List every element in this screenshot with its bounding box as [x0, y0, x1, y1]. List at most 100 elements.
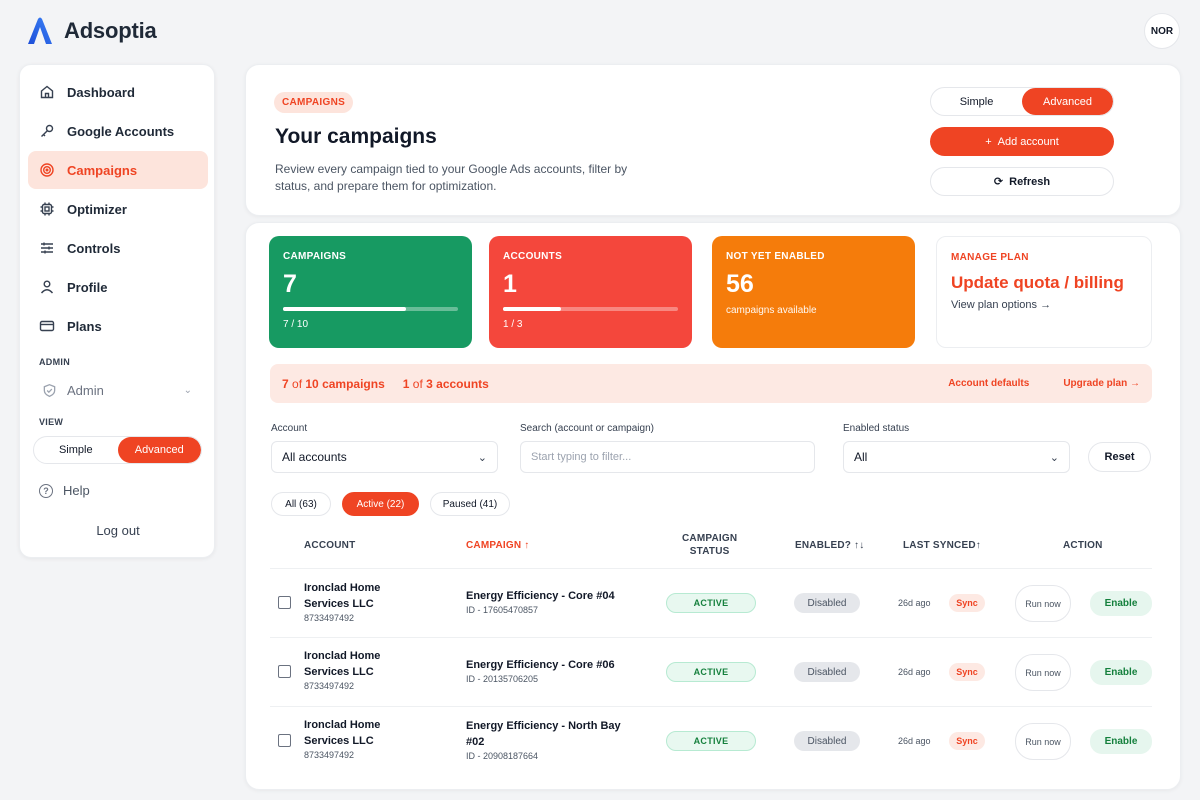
app-logo[interactable]: Adsoptia [24, 15, 157, 47]
row-checkbox[interactable] [278, 596, 291, 609]
sidebar-item-optimizer[interactable]: Optimizer [28, 190, 208, 228]
status-badge: ACTIVE [666, 731, 756, 751]
view-plan-options-link[interactable]: View plan options → [951, 299, 1137, 311]
page-description: Review every campaign tied to your Googl… [275, 162, 628, 193]
home-icon [40, 85, 54, 99]
sync-button[interactable]: Sync [949, 594, 985, 612]
status-badge: ACTIVE [666, 593, 756, 613]
account-filter-label: Account [271, 423, 308, 434]
account-id: 8733497492 [304, 681, 355, 691]
target-icon [40, 163, 54, 177]
add-account-button[interactable]: + Add account [930, 127, 1114, 156]
stat-value: 1 [503, 270, 517, 298]
of-text: of [288, 376, 306, 391]
view-toggle: Simple Advanced [33, 436, 202, 464]
account-select[interactable]: All accounts ⌄ [271, 441, 498, 473]
stat-card-manage-plan[interactable]: MANAGE PLAN Update quota / billing View … [936, 236, 1152, 348]
search-input[interactable]: Start typing to filter... [520, 441, 815, 473]
accounts-word: accounts [432, 376, 489, 391]
stat-sub: campaigns available [726, 305, 817, 316]
run-now-button[interactable]: Run now [1015, 654, 1071, 691]
chip-paused[interactable]: Paused (41) [430, 492, 510, 516]
stat-value: 7 [283, 270, 297, 298]
view-simple-button[interactable]: Simple [34, 437, 118, 463]
app-name: Adsoptia [64, 18, 157, 43]
col-header-enabled[interactable]: ENABLED? ↑↓ [795, 540, 864, 551]
table-divider [270, 568, 1152, 569]
stat-label: ACCOUNTS [503, 251, 563, 262]
status-select-value: All [854, 450, 868, 464]
help-label: Help [63, 483, 90, 498]
run-now-button[interactable]: Run now [1015, 723, 1071, 760]
chip-active[interactable]: Active (22) [342, 492, 419, 516]
campaign-name: Energy Efficiency - North Bay #02 [466, 720, 621, 748]
row-checkbox[interactable] [278, 734, 291, 747]
account-cell: Ironclad Home Services LLC 8733497492 [304, 648, 414, 691]
refresh-button[interactable]: ⟳ Refresh [930, 167, 1114, 196]
enable-button[interactable]: Enable [1090, 729, 1152, 754]
page-header: CAMPAIGNS Your campaigns Review every ca… [245, 64, 1181, 216]
chevron-down-icon: ⌄ [1049, 451, 1059, 464]
col-header-account[interactable]: ACCOUNT [304, 540, 355, 551]
campaign-cell: Energy Efficiency - Core #04 ID - 176054… [466, 588, 636, 615]
card-icon [39, 320, 55, 332]
chip-icon [40, 202, 54, 216]
logout-button[interactable]: Log out [20, 523, 216, 538]
sidebar-item-profile[interactable]: Profile [28, 268, 208, 306]
stat-sub: 7 / 10 [283, 319, 309, 330]
sidebar-item-plans[interactable]: Plans [28, 307, 208, 345]
add-account-label: Add account [997, 135, 1059, 148]
refresh-label: Refresh [1009, 175, 1051, 188]
admin-label: Admin [67, 382, 104, 398]
last-synced: 26d ago [898, 598, 931, 608]
account-name: Ironclad Home Services LLC [304, 582, 381, 610]
stat-label: CAMPAIGNS [283, 251, 347, 262]
sidebar-item-label: Plans [67, 318, 102, 334]
shield-icon [43, 383, 56, 397]
status-select[interactable]: All ⌄ [843, 441, 1070, 473]
upgrade-plan-link[interactable]: Upgrade plan → [1063, 378, 1140, 389]
sidebar-item-campaigns[interactable]: Campaigns [28, 151, 208, 189]
account-id: 8733497492 [304, 613, 355, 623]
account-defaults-link[interactable]: Account defaults [948, 378, 1029, 389]
sidebar-item-dashboard[interactable]: Dashboard [28, 73, 208, 111]
account-select-value: All accounts [282, 450, 347, 464]
sidebar-item-label: Controls [67, 240, 121, 256]
enable-button[interactable]: Enable [1090, 660, 1152, 685]
col-header-status[interactable]: CAMPAIGN STATUS [682, 533, 737, 557]
campaign-cell: Energy Efficiency - Core #06 ID - 201357… [466, 657, 636, 684]
admin-dropdown[interactable]: Admin ⌄ [42, 379, 192, 401]
col-header-campaign[interactable]: CAMPAIGN ↑ [466, 540, 529, 551]
campaign-name: Energy Efficiency - Core #04 [466, 590, 615, 602]
sync-button[interactable]: Sync [949, 663, 985, 681]
view-advanced-button[interactable]: Advanced [117, 437, 201, 463]
stat-card-accounts: ACCOUNTS 1 1 / 3 [489, 236, 692, 348]
reset-button[interactable]: Reset [1088, 442, 1151, 472]
campaign-name: Energy Efficiency - Core #06 [466, 659, 615, 671]
sidebar-item-label: Google Accounts [67, 123, 175, 139]
mode-advanced-button[interactable]: Advanced [1022, 88, 1113, 115]
col-header-status-line2: STATUS [689, 546, 730, 557]
mode-simple-button[interactable]: Simple [931, 88, 1022, 115]
user-avatar[interactable]: NOR [1144, 13, 1180, 49]
col-header-last-synced[interactable]: LAST SYNCED↑ [903, 540, 981, 551]
plan-title[interactable]: Update quota / billing [951, 272, 1137, 293]
row-checkbox[interactable] [278, 665, 291, 678]
progress-bar [503, 307, 678, 311]
chip-all[interactable]: All (63) [271, 492, 331, 516]
stat-card-not-enabled: NOT YET ENABLED 56 campaigns available [712, 236, 915, 348]
of-text: of [409, 376, 427, 391]
sidebar-item-controls[interactable]: Controls [28, 229, 208, 267]
progress-fill [283, 307, 406, 311]
enabled-badge: Disabled [794, 731, 860, 751]
help-link[interactable]: ? Help [39, 483, 90, 498]
sync-button[interactable]: Sync [949, 732, 985, 750]
enable-button[interactable]: Enable [1090, 591, 1152, 616]
run-now-button[interactable]: Run now [1015, 585, 1071, 622]
sidebar-item-google-accounts[interactable]: Google Accounts [28, 112, 208, 150]
chevron-down-icon: ⌄ [183, 384, 192, 396]
sidebar-item-label: Optimizer [67, 201, 127, 217]
last-synced: 26d ago [898, 736, 931, 746]
key-icon [41, 124, 54, 137]
search-label: Search (account or campaign) [520, 423, 654, 434]
